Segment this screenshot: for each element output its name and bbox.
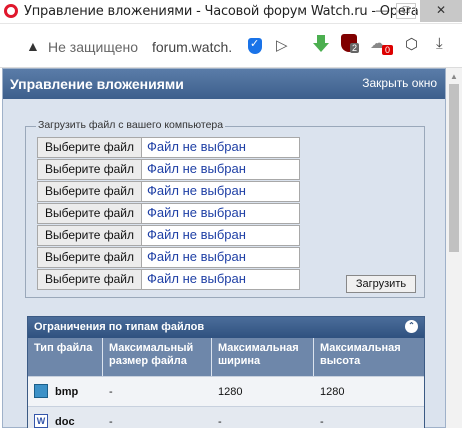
file-input[interactable]: Выберите файл Файл не выбран: [37, 203, 300, 224]
choose-file-button[interactable]: Выберите файл: [38, 138, 142, 157]
doc-file-icon: W: [34, 414, 48, 428]
file-input[interactable]: Выберите файл Файл не выбран: [37, 137, 300, 158]
max-height: 1280: [320, 386, 345, 398]
limits-title: Ограничения по типам файлов: [34, 321, 205, 333]
panel-header: Управление вложениями Закрыть окно: [3, 69, 445, 99]
page-content: Управление вложениями Закрыть окно Загру…: [0, 68, 462, 428]
ublock-badge: 2: [350, 43, 360, 53]
file-status: Файл не выбран: [147, 271, 246, 286]
upload-legend: Загрузить файл с вашего компьютера: [36, 119, 226, 131]
file-input[interactable]: Выберите файл Файл не выбран: [37, 181, 300, 202]
file-type: bmp: [55, 386, 79, 398]
column-header-max-width: Максимальная ширина: [212, 338, 314, 376]
file-status: Файл не выбран: [147, 161, 246, 176]
window-title: Управление вложениями - Часовой форум Wa…: [24, 4, 419, 19]
file-input[interactable]: Выберите файл Файл не выбран: [37, 159, 300, 180]
scroll-thumb[interactable]: [449, 84, 459, 252]
cube-icon[interactable]: ⬡: [405, 35, 418, 53]
file-status: Файл не выбран: [147, 205, 246, 220]
file-type-limits-table: Ограничения по типам файлов ⌃ Тип файла …: [27, 316, 425, 428]
max-width: 1280: [218, 386, 243, 398]
opera-logo-icon: [4, 4, 18, 18]
url-field[interactable]: forum.watch.: [152, 39, 232, 55]
file-status: Файл не выбран: [147, 249, 246, 264]
choose-file-button[interactable]: Выберите файл: [38, 226, 142, 245]
address-bar: ▲ Не защищено forum.watch. ▷ 2 ☁0 ⬡ ⤓: [0, 24, 462, 68]
cloud-icon[interactable]: ☁ 0: [370, 34, 394, 55]
attachments-panel: Управление вложениями Закрыть окно Загру…: [2, 68, 446, 428]
shield-icon[interactable]: [248, 37, 262, 54]
file-status: Файл не выбран: [147, 139, 246, 154]
close-panel-link[interactable]: Закрыть окно: [362, 76, 437, 90]
choose-file-button[interactable]: Выберите файл: [38, 160, 142, 179]
scroll-up-icon[interactable]: ▲: [450, 72, 458, 81]
max-size: -: [109, 386, 113, 398]
choose-file-button[interactable]: Выберите файл: [38, 248, 142, 267]
send-icon[interactable]: ▷: [276, 36, 288, 54]
limits-header: Ограничения по типам файлов ⌃: [28, 317, 424, 338]
close-window-button[interactable]: ✕: [420, 0, 462, 22]
collapse-icon[interactable]: ⌃: [405, 320, 418, 333]
vertical-scrollbar[interactable]: ▲: [446, 68, 462, 428]
window-titlebar: Управление вложениями - Часовой форум Wa…: [0, 0, 462, 24]
ublock-icon[interactable]: 2: [341, 34, 360, 53]
file-input[interactable]: Выберите файл Файл не выбран: [37, 247, 300, 268]
minimize-button[interactable]: —: [368, 0, 396, 22]
max-height: -: [320, 416, 324, 428]
security-status[interactable]: Не защищено: [48, 39, 138, 55]
file-input[interactable]: Выберите файл Файл не выбран: [37, 269, 300, 290]
choose-file-button[interactable]: Выберите файл: [38, 270, 142, 289]
table-row: W doc - - -: [28, 406, 424, 428]
choose-file-button[interactable]: Выберите файл: [38, 204, 142, 223]
download-manager-icon[interactable]: [313, 35, 329, 53]
maximize-button[interactable]: ☐: [396, 3, 416, 19]
file-input[interactable]: Выберите файл Файл не выбран: [37, 225, 300, 246]
bmp-file-icon: [34, 384, 48, 398]
file-status: Файл не выбран: [147, 183, 246, 198]
cloud-badge: 0: [382, 45, 394, 55]
file-type: doc: [55, 416, 75, 428]
choose-file-button[interactable]: Выберите файл: [38, 182, 142, 201]
upload-button[interactable]: Загрузить: [346, 275, 416, 293]
file-status: Файл не выбран: [147, 227, 246, 242]
max-size: -: [109, 416, 113, 428]
upload-fieldset: Загрузить файл с вашего компьютера Выбер…: [25, 119, 425, 298]
downloads-icon[interactable]: ⤓: [436, 35, 443, 52]
column-header-max-size: Максимальный размер файла: [103, 338, 212, 376]
panel-title: Управление вложениями: [10, 76, 184, 92]
column-header-type: Тип файла: [28, 338, 103, 376]
max-width: -: [218, 416, 222, 428]
warning-icon[interactable]: ▲: [26, 38, 40, 54]
column-header-max-height: Максимальная высота: [314, 338, 424, 376]
table-row: bmp - 1280 1280: [28, 376, 424, 406]
